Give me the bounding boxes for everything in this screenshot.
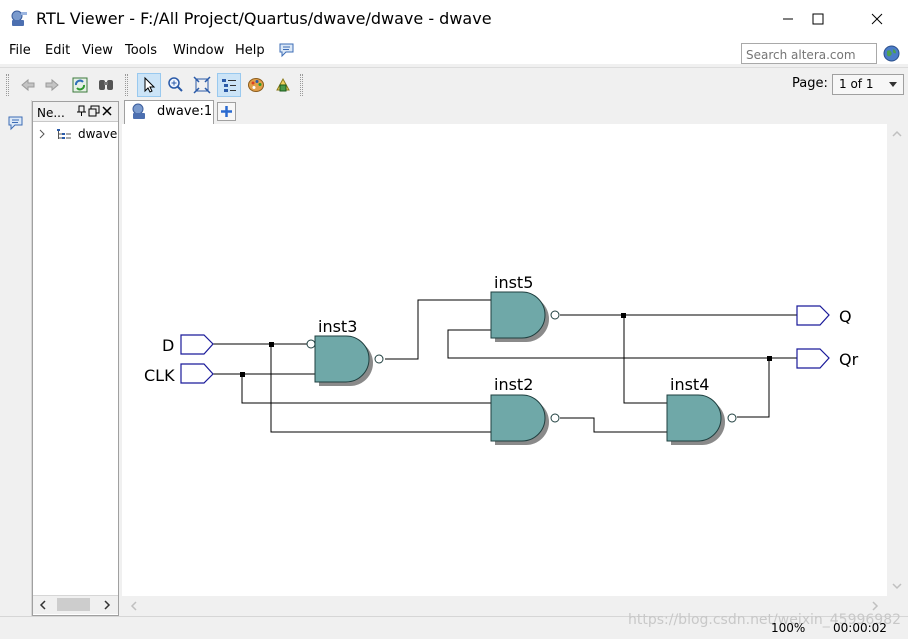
wire-q-to-inst4 xyxy=(623,315,667,404)
elapsed-time: 00:00:02 xyxy=(833,621,887,635)
canvas-scroll-left-icon[interactable] xyxy=(129,600,139,612)
gate-label-inst2: inst2 xyxy=(494,375,533,394)
output-pin-q[interactable] xyxy=(796,305,830,326)
input-pin-clk[interactable] xyxy=(180,363,214,384)
junction-dot xyxy=(767,356,772,361)
input-pin-d[interactable] xyxy=(180,334,214,355)
output-label-q: Q xyxy=(839,307,852,326)
gate-inst4[interactable] xyxy=(666,394,737,442)
canvas-scroll-right-icon[interactable] xyxy=(870,600,880,612)
scroll-down-icon[interactable] xyxy=(891,580,903,590)
gate-inst2[interactable] xyxy=(490,394,560,442)
canvas-vscrollbar[interactable] xyxy=(887,124,906,596)
junction-dot xyxy=(621,313,626,318)
junction-dot xyxy=(269,342,274,347)
schematic-diagram: D CLK Q Qr inst3 inst5 inst2 inst4 xyxy=(144,273,859,445)
wire-inst4-to-qr xyxy=(737,357,797,418)
output-pin-qr[interactable] xyxy=(796,348,830,369)
gate-label-inst3: inst3 xyxy=(318,317,357,336)
output-label-qr: Qr xyxy=(839,350,859,369)
gate-inst5[interactable] xyxy=(490,291,560,339)
junction-dot xyxy=(240,372,245,377)
wire-inst2-to-inst4 xyxy=(560,417,667,433)
gate-label-inst4: inst4 xyxy=(670,375,709,394)
zoom-level: 100% xyxy=(771,621,806,635)
gate-label-inst5: inst5 xyxy=(494,273,533,292)
input-label-clk: CLK xyxy=(144,366,175,385)
input-label-d: D xyxy=(162,336,174,355)
scroll-up-icon[interactable] xyxy=(891,128,903,138)
